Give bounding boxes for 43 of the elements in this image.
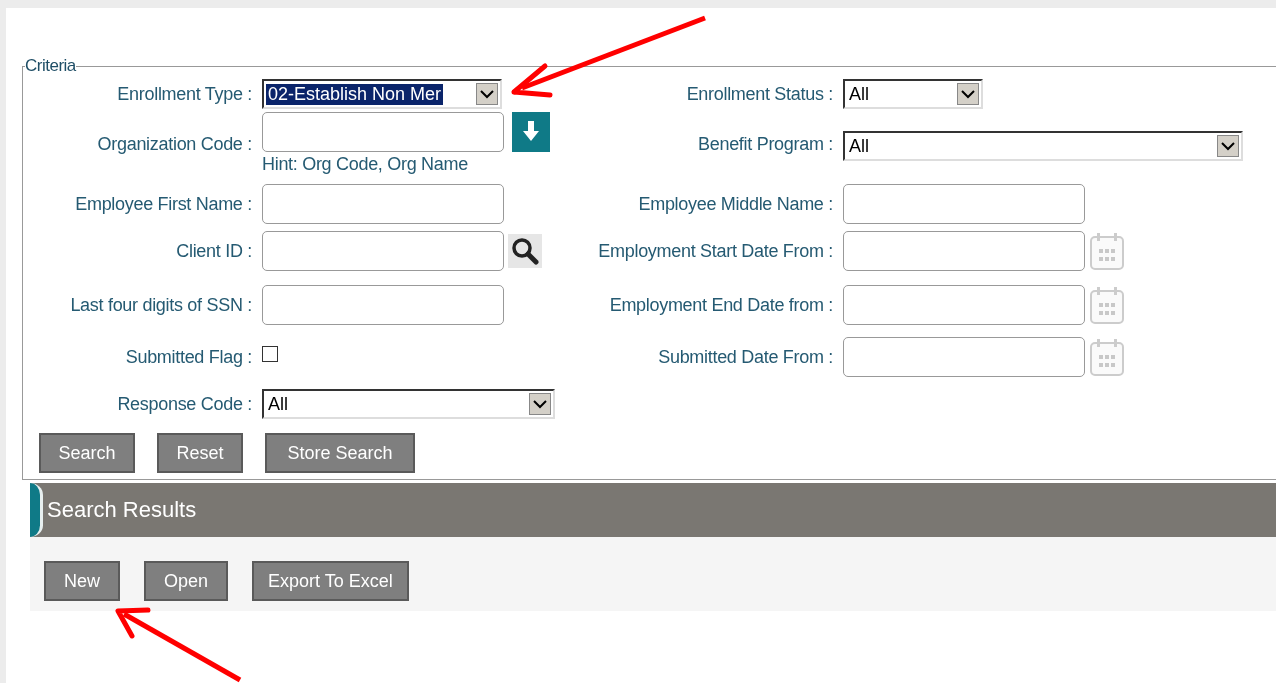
- calendar-icon[interactable]: [1089, 337, 1125, 377]
- date-field[interactable]: [843, 285, 1085, 325]
- checkbox[interactable]: [262, 346, 278, 362]
- field-label: Employment Start Date From :: [598, 240, 833, 261]
- action-button[interactable]: Open: [144, 561, 228, 601]
- date-field[interactable]: [843, 231, 1085, 271]
- field-label: Employee Middle Name :: [638, 193, 833, 214]
- search-icon[interactable]: [508, 234, 542, 268]
- field-label: Last four digits of SSN :: [70, 294, 252, 315]
- calendar-icon[interactable]: [1089, 285, 1125, 325]
- dropdown[interactable]: 02-Establish Non Mer: [262, 79, 502, 109]
- dropdown[interactable]: All: [843, 79, 983, 109]
- field-label: Submitted Flag :: [125, 346, 252, 367]
- text-field[interactable]: [843, 184, 1085, 224]
- text-field[interactable]: [262, 231, 504, 271]
- text-field[interactable]: [262, 184, 504, 224]
- caret-icon: [476, 83, 498, 105]
- dropdown[interactable]: All: [262, 389, 555, 419]
- field-label: Organization Code :: [97, 134, 252, 154]
- text-field[interactable]: [262, 285, 504, 325]
- field-label: Employee First Name :: [75, 193, 252, 214]
- field-label: Enrollment Status :: [686, 83, 833, 104]
- action-button[interactable]: Reset: [157, 433, 243, 473]
- field-label: Client ID :: [176, 240, 252, 261]
- section-title: Search Results: [47, 497, 197, 523]
- field-label: Enrollment Type :: [117, 83, 252, 104]
- field-label: Response Code :: [117, 393, 252, 414]
- field-label: Submitted Date From :: [658, 346, 833, 367]
- calendar-icon[interactable]: [1089, 231, 1125, 271]
- panel-legend: Criteria: [25, 56, 76, 76]
- action-button[interactable]: Export To Excel: [252, 561, 409, 601]
- action-button[interactable]: Search: [39, 433, 135, 473]
- action-button[interactable]: New: [44, 561, 120, 601]
- hint-text: Hint: Org Code, Org Name: [262, 154, 469, 175]
- action-button[interactable]: Store Search: [265, 433, 415, 473]
- field-label: Benefit Program :: [698, 134, 833, 154]
- field-label: Employment End Date from :: [609, 294, 833, 315]
- date-field[interactable]: [843, 337, 1085, 377]
- caret-icon: [1217, 135, 1239, 157]
- dropdown[interactable]: All: [843, 131, 1243, 161]
- caret-icon: [529, 393, 551, 415]
- text-field[interactable]: [262, 112, 504, 152]
- caret-icon: [957, 83, 979, 105]
